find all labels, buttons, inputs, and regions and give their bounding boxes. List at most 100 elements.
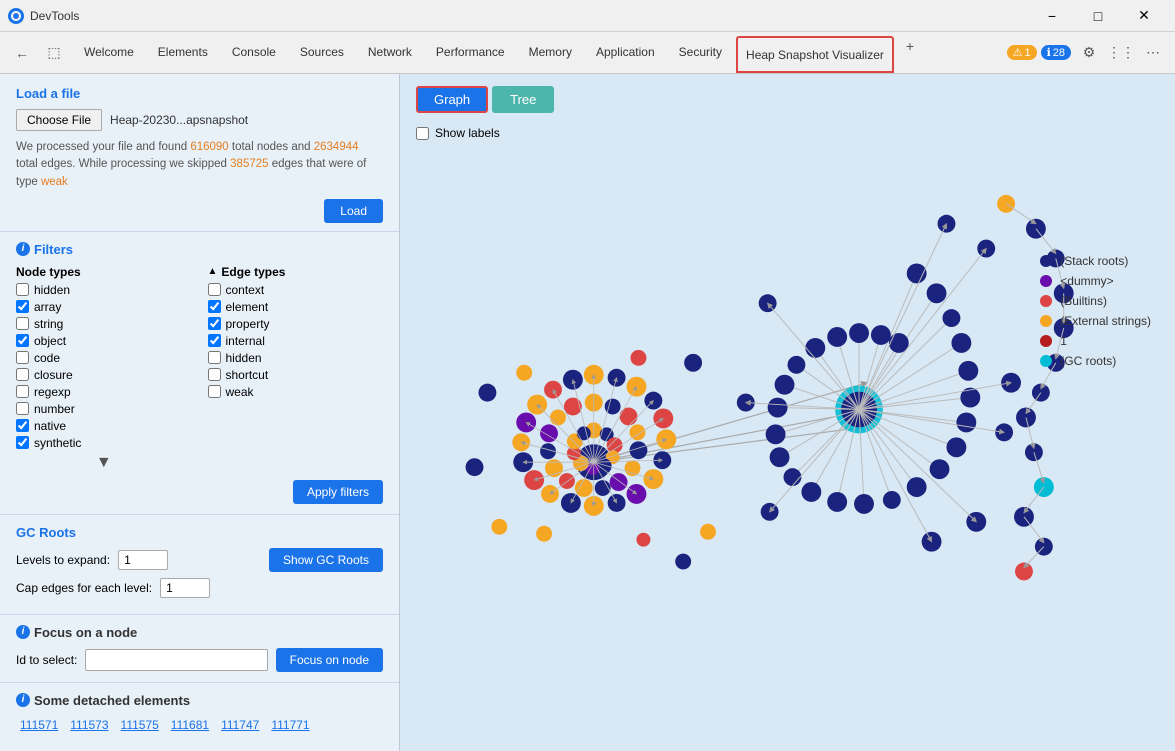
filter-native: native [16, 419, 192, 433]
legend-dot-one [1040, 335, 1052, 347]
detached-item-2[interactable]: 111575 [117, 716, 163, 734]
minimize-button[interactable]: − [1029, 0, 1075, 32]
levels-input[interactable] [118, 550, 168, 570]
filter-hidden: hidden [16, 283, 192, 297]
load-button[interactable]: Load [324, 199, 383, 223]
tab-heap-snapshot[interactable]: Heap Snapshot Visualizer [736, 36, 894, 73]
focus-on-node-button[interactable]: Focus on node [276, 648, 383, 672]
detached-item-3[interactable]: 111681 [167, 716, 213, 734]
focus-node-section: i Focus on a node Id to select: Focus on… [0, 615, 399, 683]
show-gc-roots-button[interactable]: Show GC Roots [269, 548, 383, 572]
error-count: 28 [1053, 47, 1065, 59]
legend-dot-external-strings [1040, 315, 1052, 327]
maximize-button[interactable]: □ [1075, 0, 1121, 32]
close-button[interactable]: ✕ [1121, 0, 1167, 32]
checkbox-native[interactable] [16, 419, 29, 432]
tab-performance[interactable]: Performance [424, 32, 517, 73]
right-panel: Graph Tree Show labels [400, 74, 1175, 751]
checkbox-shortcut[interactable] [208, 368, 221, 381]
checkbox-internal[interactable] [208, 334, 221, 347]
tab-console[interactable]: Console [220, 32, 288, 73]
filter-property: property [208, 317, 384, 331]
tab-application[interactable]: Application [584, 32, 667, 73]
tab-memory[interactable]: Memory [517, 32, 584, 73]
error-icon: ℹ [1047, 46, 1051, 59]
settings-button[interactable]: ⚙ [1075, 39, 1103, 67]
checkbox-array[interactable] [16, 300, 29, 313]
label-context: context [226, 283, 265, 297]
label-element: element [226, 300, 269, 314]
skipped-edges: 385725 [230, 158, 268, 170]
nav-actions: ← ⬚ [4, 32, 72, 73]
show-labels-checkbox[interactable] [416, 127, 429, 140]
legend-one: 1 [1040, 334, 1151, 348]
gc-roots-levels-row: Levels to expand: Show GC Roots [16, 548, 383, 572]
tab-security[interactable]: Security [667, 32, 734, 73]
choose-file-row: Choose File Heap-20230...apsnapshot [16, 109, 383, 131]
checkbox-object[interactable] [16, 334, 29, 347]
filter-element: element [208, 300, 384, 314]
filter-shortcut: shortcut [208, 368, 384, 382]
warning-badge: ⚠ 1 [1007, 45, 1037, 60]
legend-dot-gc-roots [1040, 355, 1052, 367]
filter-code: code [16, 351, 192, 365]
detached-section: i Some detached elements 111571 111573 1… [0, 683, 399, 744]
tab-sources[interactable]: Sources [288, 32, 356, 73]
checkbox-code[interactable] [16, 351, 29, 364]
node-types-expand-arrow: ▼ [96, 454, 112, 471]
tab-welcome[interactable]: Welcome [72, 32, 146, 73]
checkbox-hidden[interactable] [16, 283, 29, 296]
checkbox-property[interactable] [208, 317, 221, 330]
tab-tree[interactable]: Tree [492, 86, 554, 113]
legend-dummy: <dummy> [1040, 274, 1151, 288]
overflow-button[interactable]: ⋯ [1139, 39, 1167, 67]
filters-section: i Filters Node types hidden array [0, 232, 399, 515]
legend-label-builtins: (Builtins) [1060, 294, 1107, 308]
add-tab-button[interactable]: + [896, 32, 924, 60]
label-regexp: regexp [34, 385, 71, 399]
checkbox-synthetic[interactable] [16, 436, 29, 449]
tab-network[interactable]: Network [356, 32, 424, 73]
label-hidden: hidden [34, 283, 70, 297]
filters-header: i Filters [16, 242, 383, 257]
tab-graph[interactable]: Graph [416, 86, 488, 113]
detached-item-5[interactable]: 111771 [267, 716, 313, 734]
legend-external-strings: (External strings) [1040, 314, 1151, 328]
detached-item-0[interactable]: 111571 [16, 716, 62, 734]
file-info: We processed your file and found 616090 … [16, 139, 383, 191]
detached-item-1[interactable]: 111573 [66, 716, 112, 734]
detached-item-4[interactable]: 111747 [217, 716, 263, 734]
apply-filters-button[interactable]: Apply filters [293, 480, 383, 504]
label-native: native [34, 419, 66, 433]
checkbox-edge-hidden[interactable] [208, 351, 221, 364]
total-edges: 2634944 [314, 141, 359, 153]
label-number: number [34, 402, 75, 416]
cap-input[interactable] [160, 578, 210, 598]
back-button[interactable]: ← [8, 39, 36, 67]
gc-roots-section: GC Roots Levels to expand: Show GC Roots… [0, 515, 399, 615]
choose-file-button[interactable]: Choose File [16, 109, 102, 131]
show-labels-text: Show labels [435, 126, 500, 140]
checkbox-number[interactable] [16, 402, 29, 415]
legend-dot-stack-roots [1040, 255, 1052, 267]
file-info-text1: We processed your file and found [16, 141, 190, 153]
checkbox-element[interactable] [208, 300, 221, 313]
main-layout: Load a file Choose File Heap-20230...aps… [0, 74, 1175, 751]
detached-info-icon: i [16, 693, 30, 707]
more-tools-button[interactable]: ⋮⋮ [1107, 39, 1135, 67]
id-select-input[interactable] [85, 649, 267, 671]
legend-label-dummy: <dummy> [1060, 274, 1113, 288]
title-bar: DevTools − □ ✕ [0, 0, 1175, 32]
tab-elements[interactable]: Elements [146, 32, 220, 73]
file-info-text3: total edges. While processing we skipped [16, 158, 230, 170]
nav-tabs: Welcome Elements Console Sources Network… [72, 32, 1003, 73]
gc-roots-cap-row: Cap edges for each level: [16, 578, 383, 598]
inspect-button[interactable]: ⬚ [40, 39, 68, 67]
label-string: string [34, 317, 63, 331]
checkbox-string[interactable] [16, 317, 29, 330]
checkbox-context[interactable] [208, 283, 221, 296]
checkbox-regexp[interactable] [16, 385, 29, 398]
checkbox-closure[interactable] [16, 368, 29, 381]
checkbox-weak[interactable] [208, 385, 221, 398]
filters-info-icon: i [16, 242, 30, 256]
